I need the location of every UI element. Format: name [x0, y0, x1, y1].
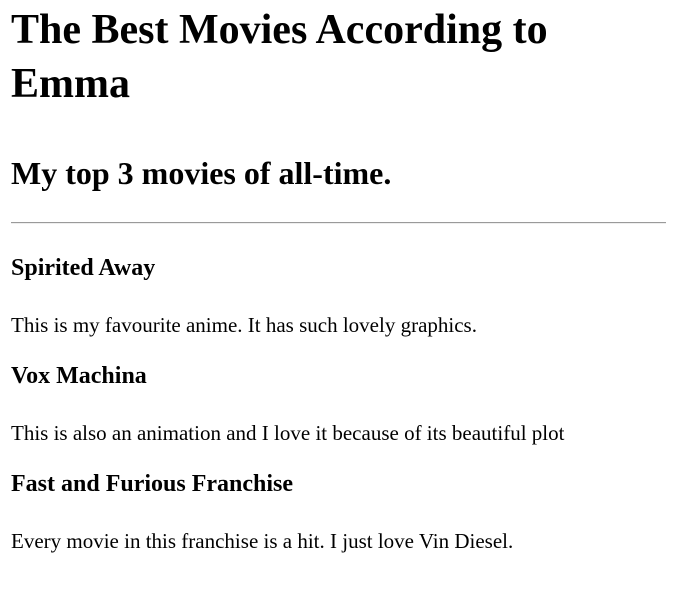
movie-title: Fast and Furious Franchise: [11, 471, 294, 497]
movie-item-vox-machina: Vox Machina This is also an animation an…: [11, 362, 666, 446]
movie-title: Vox Machina: [11, 363, 147, 389]
movie-item-fast-and-furious: Fast and Furious Franchise Every movie i…: [11, 470, 666, 554]
movie-description: This is also an animation and I love it …: [11, 421, 565, 445]
movie-title: Spirited Away: [11, 255, 156, 281]
divider: [11, 222, 666, 224]
page-content: The Best Movies According to Emma My top…: [0, 3, 674, 554]
page-subtitle: My top 3 movies of all-time.: [11, 155, 392, 191]
movie-description: Every movie in this franchise is a hit. …: [11, 529, 514, 553]
movie-description: This is my favourite anime. It has such …: [11, 313, 477, 337]
page-title: The Best Movies According to Emma: [11, 7, 548, 107]
movie-item-spirited-away: Spirited Away This is my favourite anime…: [11, 254, 666, 338]
